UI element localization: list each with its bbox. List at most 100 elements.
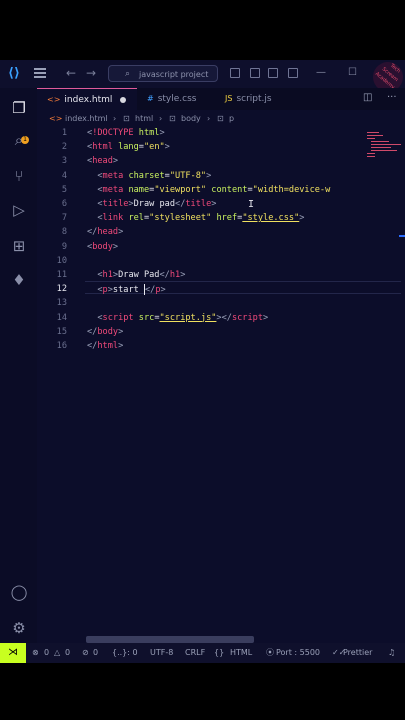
line-number: 10 [56,255,67,266]
account-icon[interactable]: ◯ [9,582,29,602]
tab-style-css[interactable]: # style.css [137,88,219,110]
line-number: 8 [61,227,67,238]
layout-panel-icon[interactable] [250,68,260,78]
code-line: <head> [87,156,119,167]
vscode-logo-icon: ⟨⟩ [8,66,20,81]
line-number: 16 [56,341,67,351]
info-icon[interactable]: ⊘ [82,643,89,663]
tab-index-html[interactable]: <> index.html [37,88,137,110]
breadcrumb-item[interactable]: index.html [65,110,108,128]
element-icon: ⊡ [123,114,130,123]
line-number: 2 [61,142,67,153]
line-number: 5 [61,184,67,195]
element-icon: ⊡ [217,114,224,123]
horizontal-scrollbar[interactable] [86,636,254,643]
line-number: 15 [56,326,67,337]
line-number: 13 [56,298,67,309]
editor-tabs: <> index.html # style.css JS script.js ◫ ··… [37,88,405,110]
breadcrumb: <> index.html › ⊡ html › ⊡ body › ⊡ p [37,110,405,128]
html-file-icon: <> [47,95,61,104]
code-line: <h1>Draw Pad</h1> [97,270,186,280]
info-count[interactable]: 0 [93,643,98,663]
line-number: 6 [61,199,67,209]
code-line: <meta charset="UTF-8"> [97,170,212,181]
tab-label: script.js [236,94,272,104]
tab-label: index.html [64,95,113,105]
title-bar: ⟨⟩ ← → ⌕ javascript project — ☐ Tech Scre… [0,55,405,99]
live-share-icon[interactable]: ♦ [9,270,29,290]
errors-icon[interactable]: ⊗ [32,643,39,663]
html-file-icon: <> [49,114,63,123]
chevron-right-icon: › [207,114,211,123]
warning-count[interactable]: 0 [65,643,70,663]
braces-icon: {} [214,648,225,657]
forward-arrow-icon[interactable]: → [86,66,96,80]
source-control-icon[interactable]: ⑂ [9,166,29,186]
code-line: <html lang="en"> [87,142,170,153]
more-actions-icon[interactable]: ··· [387,92,397,103]
mouse-ibeam-icon: I [248,199,255,210]
code-line: <script src="script.js"></script> [97,312,269,323]
minimap[interactable] [363,128,405,168]
prettier-status[interactable]: Prettier [343,643,372,663]
error-count[interactable]: 0 [44,643,49,663]
settings-gear-icon[interactable]: ⚙ [9,618,29,638]
chevron-right-icon: › [159,114,163,123]
code-line-current: <p>start </p> [97,284,166,296]
back-arrow-icon[interactable]: ← [66,66,76,80]
customize-layout-icon[interactable] [288,68,298,78]
layout-secondary-icon[interactable] [268,68,278,78]
tab-label: style.css [157,94,197,104]
maximize-icon[interactable]: ☐ [348,67,357,78]
layout-sidebar-icon[interactable] [230,68,240,78]
code-line: </head> [87,227,124,238]
unsaved-dot-icon[interactable] [120,96,127,103]
chevron-right-icon: › [113,114,117,123]
code-line: </body> [87,326,124,337]
cursor-position[interactable]: {..}: 0 [112,643,138,663]
js-file-icon: JS [225,94,233,103]
broadcast-icon: ⦿ [266,648,274,657]
line-number: 4 [61,170,67,181]
notifications-bell-icon[interactable]: ♫ [388,643,395,663]
line-number: 9 [61,241,67,252]
code-line: </html> [87,341,124,351]
search-icon[interactable]: ⌕ [9,130,29,150]
css-file-icon: # [147,94,154,103]
vscode-window: ⟨⟩ ← → ⌕ javascript project — ☐ Tech Scre… [0,55,405,663]
eol-indicator[interactable]: CRLF [185,643,205,663]
tab-script-js[interactable]: JS script.js [219,88,301,110]
live-server-port[interactable]: Port : 5500 [276,643,320,663]
status-bar: ⋊ ⊗ 0 △ 0 ⊘ 0 {..}: 0 UTF-8 CRLF {} HTML… [0,643,405,663]
encoding-indicator[interactable]: UTF-8 [150,643,173,663]
line-number: 3 [61,156,67,167]
code-line: <body> [87,241,119,252]
remote-indicator-icon[interactable]: ⋊ [0,643,26,663]
run-debug-icon[interactable]: ▷ [9,200,29,220]
breadcrumb-item[interactable]: html [135,110,153,128]
line-number: 1 [61,128,67,138]
line-number: 14 [56,312,67,323]
hamburger-menu-icon[interactable] [34,68,46,78]
command-center-search[interactable]: ⌕ javascript project [108,65,218,82]
scrollbar-marker [399,235,405,237]
search-icon: ⌕ [125,69,131,79]
activity-bar: ❐ 1 ⌕ ⑂ ▷ ⊞ ♦ ◯ ⚙ [0,88,37,643]
breadcrumb-item[interactable]: body [181,110,201,128]
code-line: <meta name="viewport" content="width=dev… [97,184,331,195]
breadcrumb-item[interactable]: p [229,110,234,128]
search-label: javascript project [139,70,209,79]
explorer-icon[interactable]: ❐ [9,98,29,118]
extensions-icon[interactable]: ⊞ [9,236,29,256]
code-line: <link rel="stylesheet" href="style.css"> [97,213,305,224]
code-line: <title>Draw pad</title> [97,199,217,209]
code-editor[interactable]: 1 2 3 4 5 6 7 8 9 10 11 12 13 14 15 16 <… [37,128,405,640]
warning-icon[interactable]: △ [54,643,60,663]
split-editor-icon[interactable]: ◫ [363,92,372,103]
minimize-icon[interactable]: — [316,67,326,78]
language-mode[interactable]: HTML [230,643,252,663]
code-line: <!DOCTYPE html> [87,128,165,138]
line-number: 7 [61,213,67,224]
element-icon: ⊡ [169,114,176,123]
line-number: 11 [56,270,67,280]
